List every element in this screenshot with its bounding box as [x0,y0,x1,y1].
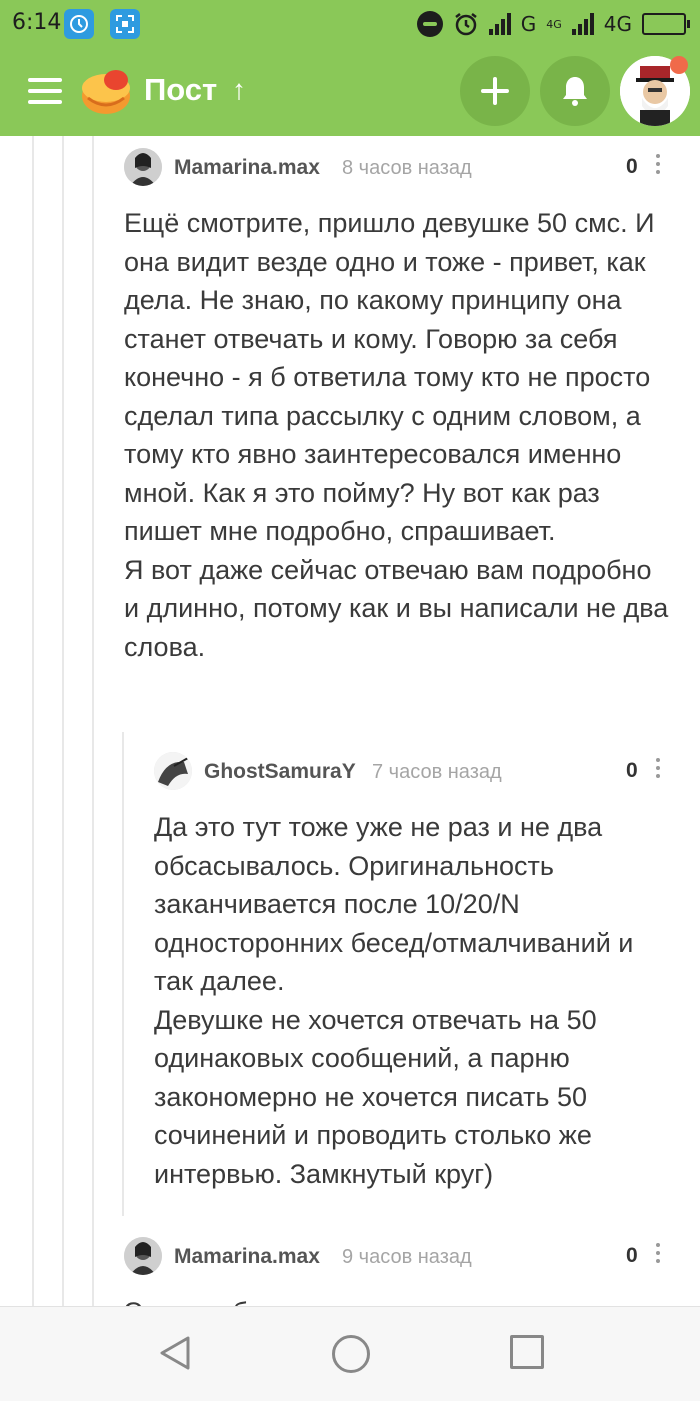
comment-time: 8 часов назад [342,157,472,179]
hamburger-icon[interactable] [28,78,62,104]
battery-icon [642,13,690,35]
thread-line [92,136,94,1306]
comment-author[interactable]: GhostSamuraY [204,760,356,784]
status-bar: 6:14 G 4G 4G [0,0,700,48]
notifications-button[interactable] [540,56,610,126]
comment-header: GhostSamuraY 7 часов назад 0 [154,744,674,794]
comment: Mamarina.max 9 часов назад 0 Это уже бол… [124,1229,674,1306]
status-indicators: G 4G 4G [416,9,690,39]
system-nav-bar [0,1306,700,1401]
comment-time: 7 часов назад [372,761,502,783]
comment-rating: 0 [626,155,638,178]
avatar[interactable] [154,752,192,790]
plus-icon [481,77,509,105]
avatar[interactable] [124,1237,162,1275]
comments-feed[interactable]: Mamarina.max 8 часов назад 0 Ещё смотрит… [0,136,700,1306]
comment-text: Ещё смотрите, пришло девушке 50 смс. И о… [124,208,669,662]
scroll-up-icon[interactable]: ↑ [232,74,246,106]
gallery-notification-icon [64,9,94,39]
comment-reply: GhostSamuraY 7 часов назад 0 Да это тут … [154,744,674,1193]
status-time: 6:14 [12,10,62,35]
comment-author[interactable]: Mamarina.max [174,1245,320,1269]
circle-home-icon[interactable] [332,1335,370,1373]
signal-bars-2-icon [571,13,594,35]
comment: Mamarina.max 8 часов назад 0 Ещё смотрит… [124,140,674,666]
thread-line [122,732,124,1216]
triangle-back-icon[interactable] [158,1335,192,1371]
page-title: Пост [144,72,218,107]
comment-rating: 0 [626,759,638,782]
do-not-disturb-icon [416,11,443,37]
bell-icon [563,77,587,106]
thread-line [62,136,64,1306]
more-vertical-icon[interactable] [654,1243,662,1267]
comment-header: Mamarina.max 9 часов назад 0 [124,1229,674,1279]
comment-text: Это уже больше похоже на отсутствие [124,1293,674,1306]
square-recents-icon[interactable] [510,1335,544,1369]
comment-text: Да это тут тоже уже не раз и не два обса… [154,812,634,1189]
scan-notification-icon [110,9,140,39]
network-type-label: G [520,12,537,36]
avatar[interactable] [124,148,162,186]
comment-time: 9 часов назад [342,1246,472,1268]
notification-badge [670,56,688,74]
more-vertical-icon[interactable] [654,758,662,782]
comment-rating: 0 [626,1244,638,1267]
app-bar: Пост ↑ [0,48,700,136]
pikabu-logo[interactable] [80,66,132,116]
thread-line [32,136,34,1306]
network-small-label: 4G [546,17,562,31]
alarm-icon [454,13,477,36]
comment-author[interactable]: Mamarina.max [174,156,320,180]
network-type-label-2: 4G [603,12,632,36]
more-vertical-icon[interactable] [654,154,662,178]
comment-header: Mamarina.max 8 часов назад 0 [124,140,674,190]
signal-bars-icon [488,13,511,35]
add-post-button[interactable] [460,56,530,126]
